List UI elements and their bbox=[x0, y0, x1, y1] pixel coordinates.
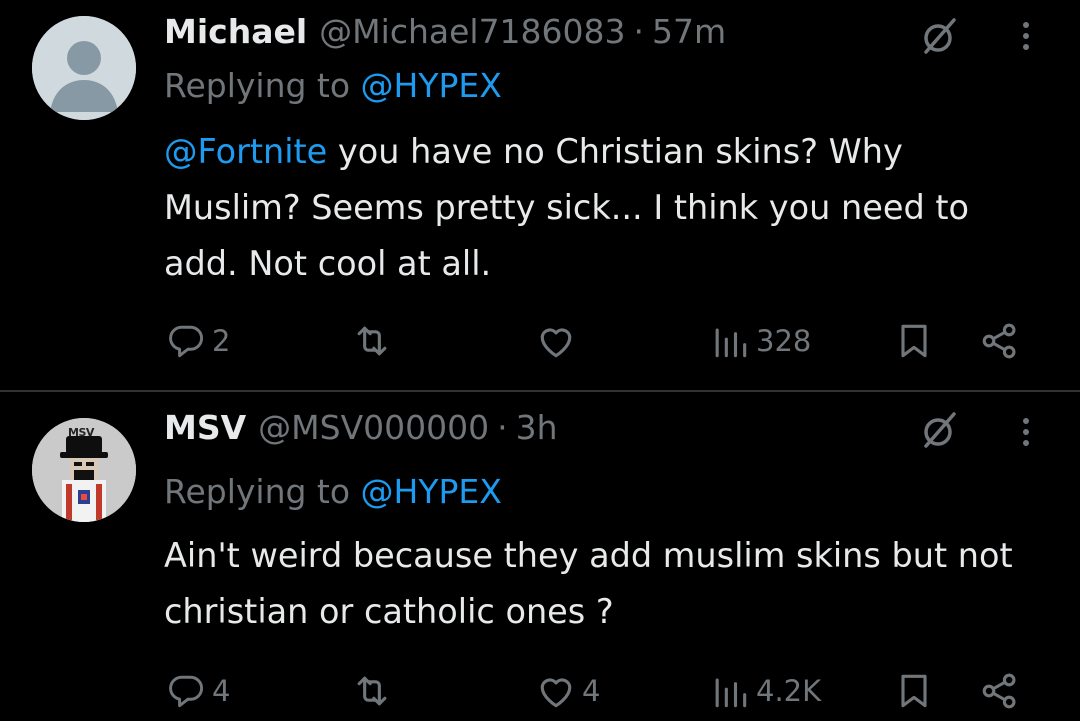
more-icon bbox=[1023, 418, 1029, 446]
bookmark-button[interactable] bbox=[892, 666, 936, 716]
grok-button[interactable] bbox=[918, 410, 962, 450]
separator-dot: · bbox=[633, 11, 645, 51]
retweet-icon bbox=[357, 326, 387, 356]
heart-icon bbox=[540, 678, 572, 708]
display-name[interactable]: Michael bbox=[164, 12, 307, 51]
tweet-text: @Fortnite you have no Christian skins? W… bbox=[164, 124, 1044, 292]
user-handle[interactable]: @MSV000000 bbox=[258, 408, 489, 447]
avatar[interactable]: MSV bbox=[32, 418, 136, 522]
tweet[interactable]: Michael @Michael7186083 · 57m Replying t… bbox=[0, 0, 1080, 390]
retweet-button[interactable] bbox=[350, 316, 398, 366]
share-icon bbox=[982, 673, 1016, 709]
tweet-text: Ain't weird because they add muslim skin… bbox=[164, 528, 1044, 640]
bookmark-icon bbox=[901, 324, 927, 358]
timestamp[interactable]: 57m bbox=[652, 12, 726, 51]
views-button[interactable]: 328 bbox=[708, 316, 811, 366]
tweet[interactable]: MSV MSV @MSV000000 · 3h Replying to @HYP… bbox=[0, 392, 1080, 721]
view-count: 328 bbox=[756, 324, 812, 358]
replying-to-mention[interactable]: @HYPEX bbox=[361, 66, 502, 105]
action-bar: 2 328 bbox=[0, 316, 1080, 366]
share-button[interactable] bbox=[978, 666, 1022, 716]
body-mention[interactable]: @Fortnite bbox=[164, 132, 327, 171]
user-handle[interactable]: @Michael7186083 bbox=[319, 12, 625, 51]
grok-icon bbox=[924, 18, 956, 54]
replying-to-label: Replying to bbox=[164, 66, 351, 105]
view-count: 4.2K bbox=[756, 674, 822, 708]
share-icon bbox=[982, 323, 1016, 359]
heart-icon bbox=[540, 328, 572, 358]
avatar-logo-text: MSV bbox=[68, 426, 94, 439]
like-count: 4 bbox=[582, 674, 601, 708]
retweet-button[interactable] bbox=[350, 666, 398, 716]
reply-count: 2 bbox=[212, 324, 231, 358]
tweet-header: MSV @MSV000000 · 3h bbox=[164, 404, 558, 450]
grok-button[interactable] bbox=[918, 16, 962, 56]
reply-button[interactable]: 4 bbox=[164, 666, 230, 716]
retweet-icon bbox=[357, 676, 387, 706]
reply-icon bbox=[169, 325, 203, 358]
like-button[interactable]: 4 bbox=[534, 666, 600, 716]
views-icon bbox=[715, 678, 747, 708]
replying-to-line: Replying to @HYPEX bbox=[164, 66, 502, 105]
replying-to-label: Replying to bbox=[164, 472, 351, 511]
more-icon bbox=[1023, 22, 1029, 50]
timestamp[interactable]: 3h bbox=[516, 408, 558, 447]
reply-icon bbox=[169, 675, 203, 708]
bookmark-button[interactable] bbox=[892, 316, 936, 366]
replying-to-line: Replying to @HYPEX bbox=[164, 472, 502, 511]
like-button[interactable] bbox=[534, 316, 582, 366]
reply-button[interactable]: 2 bbox=[164, 316, 230, 366]
replying-to-mention[interactable]: @HYPEX bbox=[361, 472, 502, 511]
reply-feed: Michael @Michael7186083 · 57m Replying t… bbox=[0, 0, 1080, 721]
more-options-button[interactable] bbox=[1006, 412, 1046, 452]
display-name[interactable]: MSV bbox=[164, 408, 246, 447]
share-button[interactable] bbox=[978, 316, 1022, 366]
tweet-header: Michael @Michael7186083 · 57m bbox=[164, 8, 726, 54]
more-options-button[interactable] bbox=[1006, 16, 1046, 56]
body-text: Ain't weird because they add muslim skin… bbox=[164, 536, 1013, 631]
separator-dot: · bbox=[497, 407, 508, 447]
action-bar: 4 4 4.2K bbox=[0, 666, 1080, 716]
grok-icon bbox=[924, 412, 956, 448]
default-profile-icon bbox=[32, 16, 136, 120]
views-icon bbox=[715, 328, 747, 358]
bookmark-icon bbox=[901, 674, 927, 708]
reply-count: 4 bbox=[212, 674, 231, 708]
views-button[interactable]: 4.2K bbox=[708, 666, 821, 716]
avatar[interactable] bbox=[32, 16, 136, 120]
